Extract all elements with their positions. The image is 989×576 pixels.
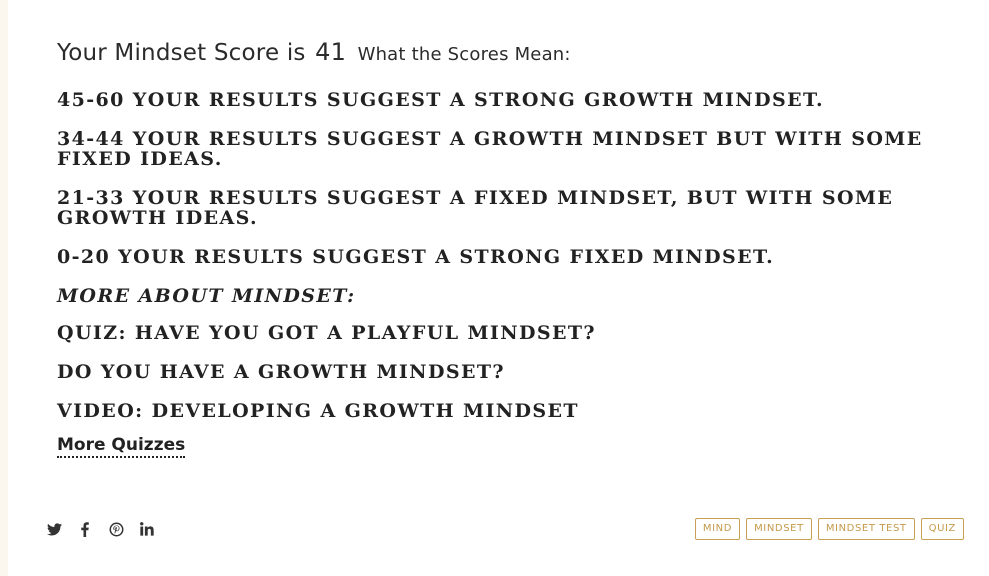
related-link-playful-mindset-quiz[interactable]: QUIZ: HAVE YOU GOT A PLAYFUL MINDSET? bbox=[57, 323, 937, 343]
more-quizzes-link[interactable]: More Quizzes bbox=[57, 435, 186, 458]
quiz-result-content: Your Mindset Score is 41 What the Scores… bbox=[57, 36, 937, 458]
pinterest-icon[interactable] bbox=[108, 520, 124, 538]
related-link-growth-mindset[interactable]: DO YOU HAVE A GROWTH MINDSET? bbox=[57, 362, 937, 382]
more-about-mindset-heading: MORE ABOUT MINDSET: bbox=[57, 285, 356, 307]
linkedin-icon[interactable] bbox=[139, 520, 155, 538]
score-range-34-44: 34-44 YOUR RESULTS SUGGEST A GROWTH MIND… bbox=[57, 128, 923, 170]
tag-quiz[interactable]: QUIZ bbox=[920, 518, 964, 540]
social-share-bar bbox=[46, 519, 170, 539]
score-value: 41 bbox=[315, 38, 347, 66]
post-tags: MIND MINDSET MINDSET TEST QUIZ bbox=[694, 518, 964, 540]
score-range-45-60: 45-60 YOUR RESULTS SUGGEST A STRONG GROW… bbox=[57, 89, 825, 111]
score-line: Your Mindset Score is 41 What the Scores… bbox=[57, 36, 937, 68]
tag-mindset-test[interactable]: MINDSET TEST bbox=[817, 518, 915, 540]
related-link-developing-growth-mindset-video[interactable]: VIDEO: DEVELOPING A GROWTH MINDSET bbox=[57, 401, 937, 421]
facebook-icon[interactable] bbox=[77, 520, 93, 538]
page-left-edge bbox=[0, 0, 8, 576]
scores-mean-label: What the Scores Mean: bbox=[357, 44, 571, 65]
score-range-21-33: 21-33 YOUR RESULTS SUGGEST A FIXED MINDS… bbox=[57, 187, 894, 229]
score-prefix: Your Mindset Score is bbox=[57, 40, 306, 66]
score-range-0-20: 0-20 YOUR RESULTS SUGGEST A STRONG FIXED… bbox=[57, 246, 775, 268]
tag-mind[interactable]: MIND bbox=[694, 518, 741, 540]
tag-mindset[interactable]: MINDSET bbox=[746, 518, 812, 540]
twitter-icon[interactable] bbox=[46, 520, 62, 538]
